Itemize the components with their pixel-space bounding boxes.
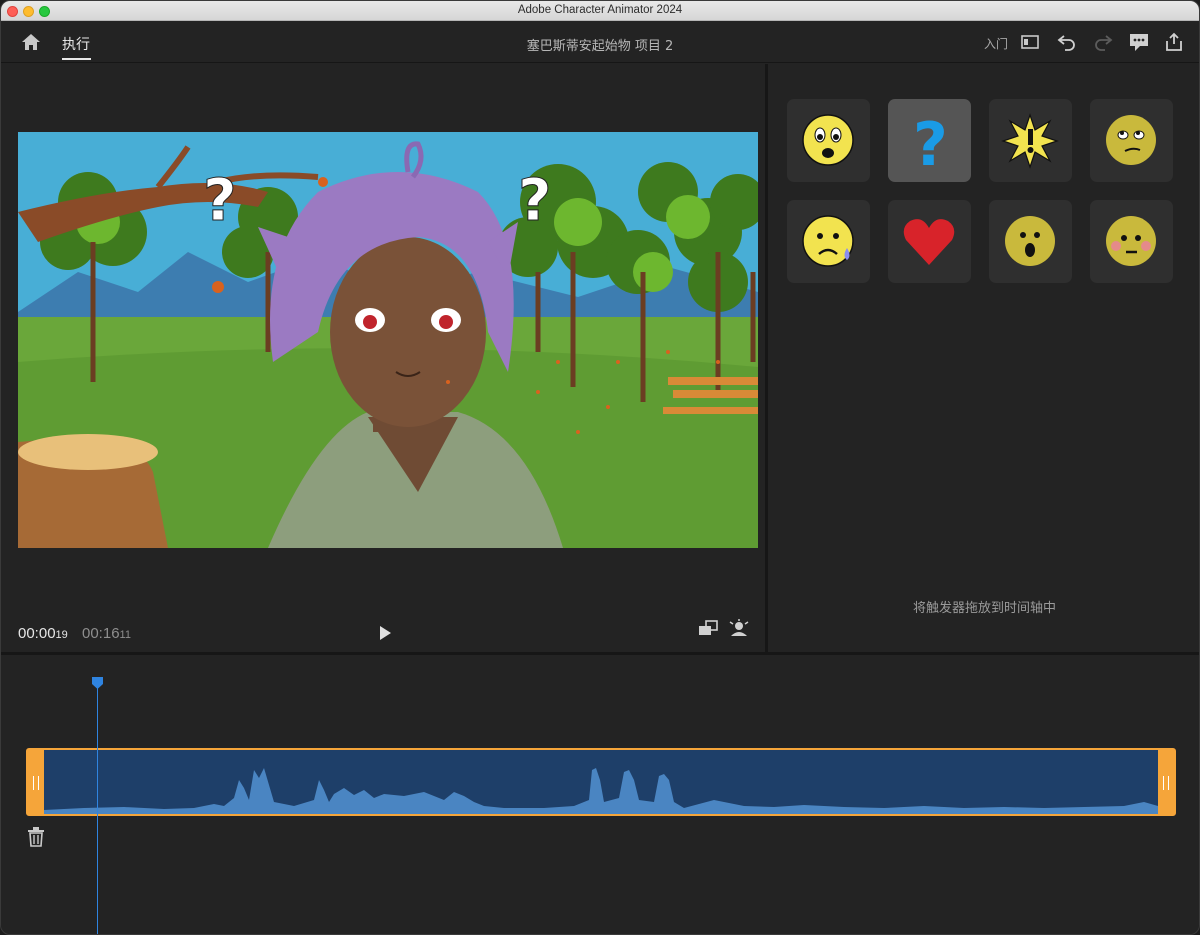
blushing-face-icon <box>1106 216 1156 266</box>
duration-frames: 11 <box>119 629 131 641</box>
scene-preview[interactable]: ? ? <box>18 132 758 548</box>
learn-button[interactable]: 入门 <box>984 35 1008 52</box>
clip-trim-right-handle[interactable] <box>1158 750 1174 814</box>
svg-text:?: ? <box>518 166 552 234</box>
trigger-surprised-face[interactable] <box>989 200 1072 283</box>
trigger-worried-face[interactable] <box>787 99 870 182</box>
tab-active-indicator <box>62 58 91 60</box>
question-mark-icon: ? <box>913 110 948 172</box>
trigger-question-mark[interactable]: ? <box>888 99 971 182</box>
trigger-exclamation-burst[interactable] <box>989 99 1072 182</box>
trigger-blushing-face[interactable] <box>1090 200 1173 283</box>
surprised-face-icon <box>1005 216 1055 266</box>
play-icon[interactable] <box>376 624 394 642</box>
undo-icon[interactable] <box>1056 32 1078 52</box>
app-header: 执行 塞巴斯蒂安起始物 项目 2 入门 <box>1 21 1199 63</box>
feedback-icon[interactable] <box>1128 32 1150 52</box>
audio-waveform <box>44 768 1158 814</box>
camera-input-icon[interactable] <box>697 618 719 638</box>
trash-icon[interactable] <box>27 827 45 847</box>
panel-layout-icon[interactable] <box>1019 32 1041 52</box>
current-time: 00:0019 <box>18 625 68 642</box>
audio-clip[interactable] <box>26 748 1176 816</box>
trigger-eye-roll-face[interactable] <box>1090 99 1173 182</box>
trigger-sad-sweat-face[interactable] <box>787 200 870 283</box>
timeline-panel <box>1 655 1199 934</box>
drag-hint: 将触发器拖放到时间轴中 <box>912 601 1056 616</box>
redo-icon[interactable] <box>1092 32 1114 52</box>
share-icon[interactable] <box>1163 32 1185 52</box>
heart-icon <box>903 219 955 265</box>
eye-roll-face-icon <box>1106 115 1156 165</box>
clip-trim-left-handle[interactable] <box>28 750 44 814</box>
triggers-panel: ? 将触发器拖放到时间轴中 <box>768 64 1199 652</box>
sad-sweat-face-icon <box>802 215 854 267</box>
svg-text:?: ? <box>203 166 237 234</box>
window-title: Adobe Character Animator 2024 <box>517 4 683 16</box>
svg-text:?: ? <box>913 110 948 172</box>
playhead-line <box>97 687 98 934</box>
duration-time: 00:1611 <box>82 625 131 642</box>
exclamation-burst-icon <box>1001 113 1059 169</box>
trigger-heart[interactable] <box>888 200 971 283</box>
current-frames: 19 <box>55 629 68 641</box>
playhead-handle[interactable] <box>91 676 104 690</box>
title-bar: Adobe Character Animator 2024 <box>1 1 1199 21</box>
home-icon[interactable] <box>20 32 42 52</box>
tab-perform[interactable]: 执行 <box>62 34 90 54</box>
app-window: Adobe Character Animator 2024 执行 塞巴斯蒂安起始… <box>0 0 1200 935</box>
worried-face-icon <box>802 114 854 166</box>
puppet-recording-icon[interactable] <box>728 618 750 638</box>
